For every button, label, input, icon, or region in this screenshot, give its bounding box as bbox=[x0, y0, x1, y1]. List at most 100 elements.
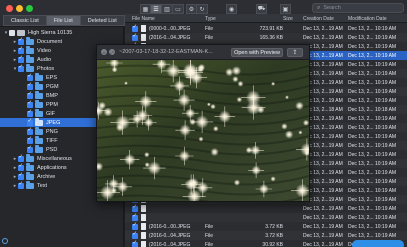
checkbox[interactable] bbox=[27, 73, 33, 81]
cell-size: 3.72 KB bbox=[265, 224, 283, 230]
checkbox[interactable] bbox=[27, 91, 33, 99]
table-row[interactable]: (2016-0...00.JPEG File 3.72 KB Dec 13, 2...… bbox=[125, 222, 407, 231]
folder-icon bbox=[35, 127, 43, 135]
cell-type: File bbox=[205, 26, 214, 32]
row-checkbox[interactable] bbox=[132, 222, 138, 230]
glint bbox=[196, 65, 205, 73]
checkbox[interactable] bbox=[18, 172, 24, 180]
checkbox[interactable] bbox=[27, 109, 33, 117]
sidebar-item-label: BMP bbox=[46, 92, 58, 99]
sidebar-item-label: Photos bbox=[37, 65, 55, 72]
view-mode-tabs: Classic List File List Deleted List bbox=[3, 15, 125, 26]
gallery-view-icon[interactable]: ▭ bbox=[173, 4, 184, 14]
cell-modified: Dec 13, 2... 10:19 AM bbox=[348, 116, 397, 122]
cell-modified: Dec 13, 2... 10:19 AM bbox=[348, 179, 397, 185]
cell-modified: Dec 13, 2... 10:19 AM bbox=[348, 161, 397, 167]
folder-icon bbox=[35, 109, 43, 117]
export-icon[interactable]: ▣ bbox=[280, 4, 291, 14]
cell-name: (2016-0...04.JPEG bbox=[149, 242, 191, 247]
checkbox[interactable] bbox=[18, 154, 24, 162]
checkbox[interactable] bbox=[18, 46, 24, 54]
search-input[interactable] bbox=[323, 5, 394, 11]
cell-modified: Dec 13, 2... 10:19 AM bbox=[348, 62, 397, 68]
cell-name: (2016-0...04.JPEG bbox=[149, 35, 191, 41]
checkbox[interactable] bbox=[18, 37, 24, 45]
layout-switcher: ▦ ☰ ▥ ▭ bbox=[140, 4, 184, 14]
row-checkbox[interactable] bbox=[132, 213, 138, 221]
window-zoom-button[interactable] bbox=[26, 5, 33, 12]
preview-filename: ~2007-03-17-18-32-12-EASTMAN-K... bbox=[119, 49, 213, 55]
glint bbox=[103, 107, 113, 117]
cell-created: Dec 13, 2...19 AM bbox=[303, 206, 343, 212]
row-checkbox[interactable] bbox=[132, 240, 138, 247]
folder-icon bbox=[26, 37, 34, 45]
tab-deleted-list[interactable]: Deleted List bbox=[80, 15, 125, 26]
cell-modified: Dec 13, 2... 10:19 AM bbox=[348, 125, 397, 131]
checkbox[interactable] bbox=[18, 55, 24, 63]
file-icon bbox=[141, 205, 146, 212]
checkbox[interactable] bbox=[27, 82, 33, 90]
checkbox[interactable] bbox=[27, 100, 33, 108]
cart-icon[interactable]: ⛟ bbox=[256, 4, 267, 14]
search-field[interactable]: ⌕ bbox=[312, 3, 404, 13]
row-checkbox[interactable] bbox=[132, 204, 138, 212]
checkbox[interactable] bbox=[18, 64, 24, 72]
list-view-icon[interactable]: ☰ bbox=[151, 4, 162, 14]
sparkling-water-photo bbox=[97, 60, 309, 201]
table-row[interactable]: (2016-0...04.JPEG File 3.72 KB Dec 13, 2...… bbox=[125, 231, 407, 240]
checkbox[interactable] bbox=[18, 181, 24, 189]
folder-icon bbox=[26, 46, 34, 54]
column-header-created[interactable]: Creation Date bbox=[303, 16, 334, 22]
glint bbox=[232, 76, 239, 83]
tab-classic-list[interactable]: Classic List bbox=[3, 15, 47, 26]
column-header-modified[interactable]: Modification Date bbox=[348, 16, 387, 22]
row-checkbox[interactable] bbox=[132, 231, 138, 239]
window-close-button[interactable] bbox=[6, 5, 13, 12]
cell-modified: Dec 13, 2... 10:19 AM bbox=[348, 215, 397, 221]
table-row[interactable]: (0000-0...00.JPEG File 723.91 KB Dec 13, 2.… bbox=[125, 24, 407, 33]
table-row[interactable]: Dec 13, 2...19 AM Dec 13, 2... 10:19 AM bbox=[125, 213, 407, 222]
recover-icon[interactable]: ↻ bbox=[197, 4, 208, 14]
cell-modified: Dec 13, 2... 10:19 AM bbox=[348, 44, 397, 50]
folder-icon bbox=[35, 82, 43, 90]
checkbox[interactable] bbox=[27, 118, 33, 126]
sidebar-item-label: JPEG bbox=[46, 119, 61, 126]
preview-close-icon[interactable]: × bbox=[101, 49, 107, 55]
open-with-preview-button[interactable]: Open with Preview bbox=[231, 48, 283, 57]
cell-name: (2016-0...00.JPEG bbox=[149, 224, 191, 230]
gear-icon[interactable]: ⚙ bbox=[186, 4, 197, 14]
share-icon[interactable]: ⇪ bbox=[287, 48, 303, 57]
sidebar-item-high-sierra-10135[interactable]: ▾ High Sierra 10135 bbox=[0, 28, 123, 37]
preview-group: ◉ bbox=[226, 4, 237, 14]
file-icon bbox=[141, 232, 146, 239]
recover-button[interactable] bbox=[352, 240, 404, 247]
checkbox[interactable] bbox=[27, 127, 33, 135]
cell-type: File bbox=[205, 233, 214, 239]
column-header-name[interactable]: File Name bbox=[132, 16, 155, 22]
preview-icon[interactable]: ◉ bbox=[226, 4, 237, 14]
checkbox[interactable] bbox=[27, 136, 33, 144]
checkbox[interactable] bbox=[18, 163, 24, 171]
row-checkbox[interactable] bbox=[132, 24, 138, 32]
folder-icon bbox=[35, 100, 43, 108]
glint bbox=[285, 95, 289, 100]
status-indicator-icon bbox=[2, 238, 8, 244]
columns-view-icon[interactable]: ▥ bbox=[162, 4, 173, 14]
table-row[interactable]: (2016-0...04.JPEG File 165.36 KB Dec 13, 2.… bbox=[125, 33, 407, 42]
checkbox[interactable] bbox=[27, 145, 33, 153]
tab-file-list[interactable]: File List bbox=[46, 15, 81, 26]
cell-created: Dec 13, 2...19 AM bbox=[303, 233, 343, 239]
column-header-type[interactable]: Type bbox=[205, 16, 216, 22]
grid-view-icon[interactable]: ▦ bbox=[140, 4, 151, 14]
table-row[interactable]: Dec 13, 2...19 AM Dec 13, 2... 10:19 AM bbox=[125, 204, 407, 213]
window-minimize-button[interactable] bbox=[16, 5, 23, 12]
preview-fullscreen-icon[interactable]: ⤢ bbox=[109, 49, 115, 55]
checkbox[interactable] bbox=[9, 29, 15, 36]
sidebar-item-label: PSD bbox=[46, 146, 58, 153]
sidebar-item-label: Audio bbox=[37, 56, 52, 63]
sidebar-item-label: TIFF bbox=[46, 137, 58, 144]
row-checkbox[interactable] bbox=[132, 33, 138, 41]
cell-size: 30.92 KB bbox=[262, 242, 283, 247]
column-header-size[interactable]: Size bbox=[283, 16, 293, 22]
cell-size: 723.91 KB bbox=[259, 26, 283, 32]
